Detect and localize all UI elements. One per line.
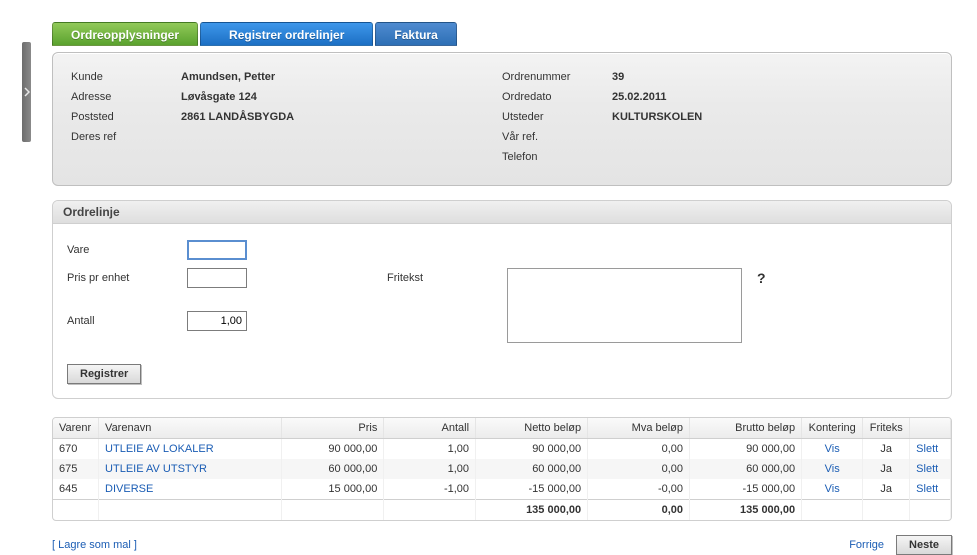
cell-friteks: Ja [863,459,910,479]
tab-bar: Ordreopplysninger Registrer ordrelinjer … [52,22,952,46]
col-netto[interactable]: Netto beløp [476,418,588,439]
kontering-vis-link[interactable]: Vis [825,443,840,455]
value-ordrenummer: 39 [612,67,624,87]
total-brutto: 135 000,00 [690,500,802,521]
cell-mva: 0,00 [588,459,690,479]
kontering-vis-link[interactable]: Vis [825,483,840,495]
col-friteks[interactable]: Friteks [863,418,910,439]
cell-varenr: 645 [53,479,99,500]
label-kunde: Kunde [71,67,181,87]
slett-link[interactable]: Slett [916,463,938,475]
cell-friteks: Ja [863,479,910,500]
help-icon[interactable]: ? [747,268,777,286]
col-kontering[interactable]: Kontering [802,418,863,439]
value-kunde: Amundsen, Petter [181,67,275,87]
varenavn-link[interactable]: DIVERSE [105,483,153,495]
label-deresref: Deres ref [71,127,181,147]
value-utsteder: KULTURSKOLEN [612,107,702,127]
slett-link[interactable]: Slett [916,483,938,495]
col-brutto[interactable]: Brutto beløp [690,418,802,439]
cell-mva: 0,00 [588,439,690,460]
antall-input[interactable] [187,311,247,331]
label-adresse: Adresse [71,87,181,107]
cell-antall: 1,00 [384,459,476,479]
label-prisprenhet: Pris pr enhet [67,268,187,284]
label-ordrenummer: Ordrenummer [502,67,612,87]
ordrelinjer-grid: Varenr Varenavn Pris Antall Netto beløp … [52,417,952,521]
label-telefon: Telefon [502,147,612,167]
col-slett [910,418,951,439]
cell-pris: 90 000,00 [282,439,384,460]
col-varenavn[interactable]: Varenavn [99,418,282,439]
col-pris[interactable]: Pris [282,418,384,439]
ordrelinje-header: Ordrelinje [53,201,951,224]
sidebar-expand-handle[interactable] [22,42,31,142]
value-ordredato: 25.02.2011 [612,87,666,107]
label-varref: Vår ref. [502,127,612,147]
cell-pris: 15 000,00 [282,479,384,500]
vare-input[interactable] [187,240,247,260]
label-poststed: Poststed [71,107,181,127]
label-utsteder: Utsteder [502,107,612,127]
cell-netto: -15 000,00 [476,479,588,500]
cell-netto: 90 000,00 [476,439,588,460]
fritekst-textarea[interactable] [507,268,742,343]
label-fritekst: Fritekst [387,268,507,284]
forrige-link[interactable]: Forrige [849,539,884,551]
table-row: 645DIVERSE15 000,00-1,00-15 000,00-0,00-… [53,479,951,500]
total-netto: 135 000,00 [476,500,588,521]
label-vare: Vare [67,240,187,256]
lagre-som-mal-link[interactable]: [ Lagre som mal ] [52,539,137,551]
varenavn-link[interactable]: UTLEIE AV UTSTYR [105,463,207,475]
col-antall[interactable]: Antall [384,418,476,439]
table-row: 675UTLEIE AV UTSTYR60 000,001,0060 000,0… [53,459,951,479]
label-antall: Antall [67,311,187,327]
table-row: 670UTLEIE AV LOKALER90 000,001,0090 000,… [53,439,951,460]
tab-registrer-ordrelinjer[interactable]: Registrer ordrelinjer [200,22,373,46]
ordrelinje-panel: Ordrelinje Vare Pris pr enhet Fritekst ?… [52,200,952,399]
cell-netto: 60 000,00 [476,459,588,479]
cell-varenr: 670 [53,439,99,460]
label-ordredato: Ordredato [502,87,612,107]
neste-button[interactable]: Neste [896,535,952,555]
total-mva: 0,00 [588,500,690,521]
cell-antall: -1,00 [384,479,476,500]
col-varenr[interactable]: Varenr [53,418,99,439]
cell-brutto: -15 000,00 [690,479,802,500]
tab-faktura[interactable]: Faktura [375,22,456,46]
cell-mva: -0,00 [588,479,690,500]
varenavn-link[interactable]: UTLEIE AV LOKALER [105,443,214,455]
cell-brutto: 90 000,00 [690,439,802,460]
col-mva[interactable]: Mva beløp [588,418,690,439]
cell-varenr: 675 [53,459,99,479]
value-poststed: 2861 LANDÅSBYGDA [181,107,294,127]
cell-friteks: Ja [863,439,910,460]
tab-ordreopplysninger[interactable]: Ordreopplysninger [52,22,198,46]
cell-antall: 1,00 [384,439,476,460]
value-adresse: Løvåsgate 124 [181,87,257,107]
registrer-button[interactable]: Registrer [67,364,141,384]
cell-pris: 60 000,00 [282,459,384,479]
order-info-panel: KundeAmundsen, Petter AdresseLøvåsgate 1… [52,52,952,186]
cell-brutto: 60 000,00 [690,459,802,479]
kontering-vis-link[interactable]: Vis [825,463,840,475]
slett-link[interactable]: Slett [916,443,938,455]
prisprenhet-input[interactable] [187,268,247,288]
